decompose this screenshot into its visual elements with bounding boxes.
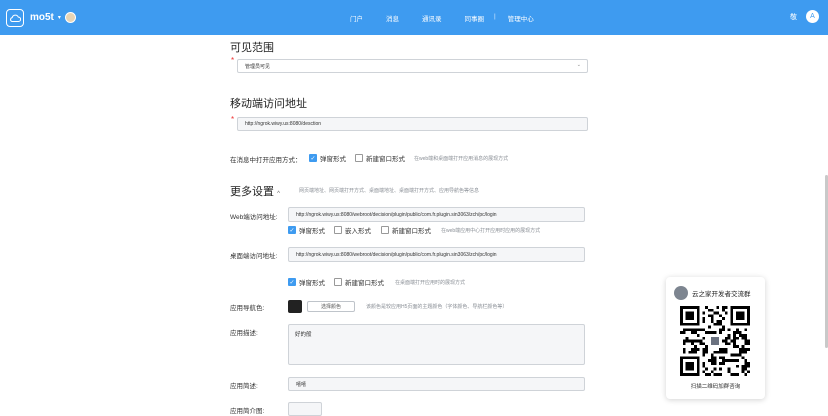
open-msg-popup-option[interactable]: ✓ 弹窗形式	[309, 153, 346, 163]
checkbox-checked-icon[interactable]: ✓	[288, 278, 296, 286]
nav-admin-center[interactable]: 管理中心	[508, 13, 534, 23]
more-settings-label: 更多设置	[230, 186, 274, 198]
open-msg-new-window-option[interactable]: 新建窗口形式	[355, 153, 405, 163]
option-label: 弹窗形式	[320, 156, 346, 163]
mobile-url-title: 移动端访问地址	[230, 98, 307, 110]
nav-contacts[interactable]: 通讯录	[422, 13, 442, 23]
mobile-url-input[interactable]: http://ngrok.wiwy.us:8080/desction	[237, 117, 588, 131]
desktop-url-value: http://ngrok.wiwy.us:8080/webroot/decisi…	[296, 251, 497, 258]
web-embed-option[interactable]: 嵌入形式	[334, 225, 371, 235]
checkbox-icon[interactable]	[334, 278, 342, 286]
user-name[interactable]: 敬	[790, 12, 797, 22]
checkbox-checked-icon[interactable]: ✓	[288, 226, 296, 234]
option-label: 新建窗口形式	[366, 156, 405, 163]
top-navigation-bar: mo5t ▾ 门户 消息 通讯录 同事圈 | 管理中心 敬 A	[0, 0, 828, 35]
desktop-url-input[interactable]: http://ngrok.wiwy.us:8080/webroot/decisi…	[288, 247, 585, 262]
nav-separator: |	[494, 13, 496, 20]
option-label: 弹窗形式	[299, 228, 325, 235]
open-msg-hint: 在web端和桌面端打开应用消息的展现方式	[414, 156, 509, 162]
visibility-select[interactable]: 管理员可见 ⌄	[237, 59, 588, 73]
description-label: 应用描述:	[230, 330, 258, 337]
chevron-up-icon: ^	[277, 191, 280, 197]
nav-colleague-circle[interactable]: 同事圈	[465, 13, 485, 23]
desktop-url-label: 桌面端访问地址:	[230, 253, 278, 260]
qr-code-image	[680, 306, 750, 376]
web-url-value: http://ngrok.wiwy.us:8080/webroot/decisi…	[296, 211, 497, 218]
checkbox-icon[interactable]	[355, 154, 363, 162]
required-mark: *	[231, 115, 235, 124]
checkbox-icon[interactable]	[334, 226, 342, 234]
checkbox-checked-icon[interactable]: ✓	[309, 154, 317, 162]
more-settings-hint: 网页端地址、网页端打开方式、桌面端地址、桌面端打开方式、应用导航色等信息	[299, 188, 480, 194]
qr-card-title: 云之家开发者交流群	[692, 291, 751, 298]
group-avatar	[674, 286, 688, 300]
intro-image-upload[interactable]	[288, 402, 322, 416]
nav-color-swatch[interactable]	[288, 300, 302, 313]
nav-portal[interactable]: 门户	[350, 13, 363, 23]
visibility-value: 管理员可见	[245, 63, 271, 70]
web-new-window-option[interactable]: 新建窗口形式	[381, 225, 431, 235]
mobile-url-value: http://ngrok.wiwy.us:8080/desction	[245, 121, 322, 127]
nav-color-label: 应用导航色:	[230, 305, 265, 312]
chevron-down-icon: ⌄	[576, 62, 581, 68]
checkbox-icon[interactable]	[381, 226, 389, 234]
qr-card-footer: 扫描二维码加群咨询	[690, 384, 741, 390]
option-label: 新建窗口形式	[345, 280, 384, 287]
main-nav: 门户 消息 通讯录 同事圈 | 管理中心	[350, 13, 557, 23]
description-textarea[interactable]: 好的般	[288, 324, 585, 365]
intro-image-label: 应用简介图:	[230, 408, 265, 415]
required-mark: *	[231, 56, 235, 65]
option-label: 弹窗形式	[299, 280, 325, 287]
choose-color-button[interactable]: 选择颜色	[307, 301, 355, 312]
short-description-label: 应用简述:	[230, 383, 258, 390]
visibility-title: 可见范围	[230, 42, 274, 54]
desktop-popup-option[interactable]: ✓ 弹窗形式	[288, 277, 325, 287]
short-description-value: 嘻嘻	[296, 381, 307, 388]
desktop-new-window-option[interactable]: 新建窗口形式	[334, 277, 384, 287]
qr-card-header: 云之家开发者交流群	[674, 286, 751, 300]
option-label: 嵌入形式	[345, 228, 371, 235]
more-settings-title[interactable]: 更多设置 ^	[230, 183, 280, 199]
nav-messages[interactable]: 消息	[386, 13, 399, 23]
web-url-label: Web端访问地址:	[230, 214, 278, 221]
avatar[interactable]: A	[806, 10, 819, 23]
option-label: 新建窗口形式	[392, 228, 431, 235]
qr-card: 云之家开发者交流群 扫描二维码加群咨询	[666, 277, 765, 399]
chevron-down-icon: ▾	[57, 15, 61, 21]
description-value: 好的般	[295, 332, 312, 338]
desktop-url-hint: 在桌面端打开应用时的展现方式	[395, 280, 466, 286]
sticker-icon	[64, 12, 76, 23]
web-url-input[interactable]: http://ngrok.wiwy.us:8080/webroot/decisi…	[288, 207, 585, 222]
workspace-switcher[interactable]: mo5t ▾	[30, 12, 76, 23]
brand-name: mo5t	[30, 12, 54, 23]
nav-color-hint: 该颜色是较应用H5页面的主题颜色（字体颜色、导航栏颜色等）	[366, 304, 508, 310]
cloud-logo-icon[interactable]	[6, 9, 24, 27]
web-url-hint: 在web端应用中心打开应用时应用的展现方式	[441, 228, 541, 234]
web-popup-option[interactable]: ✓ 弹窗形式	[288, 225, 325, 235]
open-in-message-label: 在消息中打开应用方式：	[230, 157, 302, 164]
short-description-input[interactable]: 嘻嘻	[288, 377, 585, 391]
